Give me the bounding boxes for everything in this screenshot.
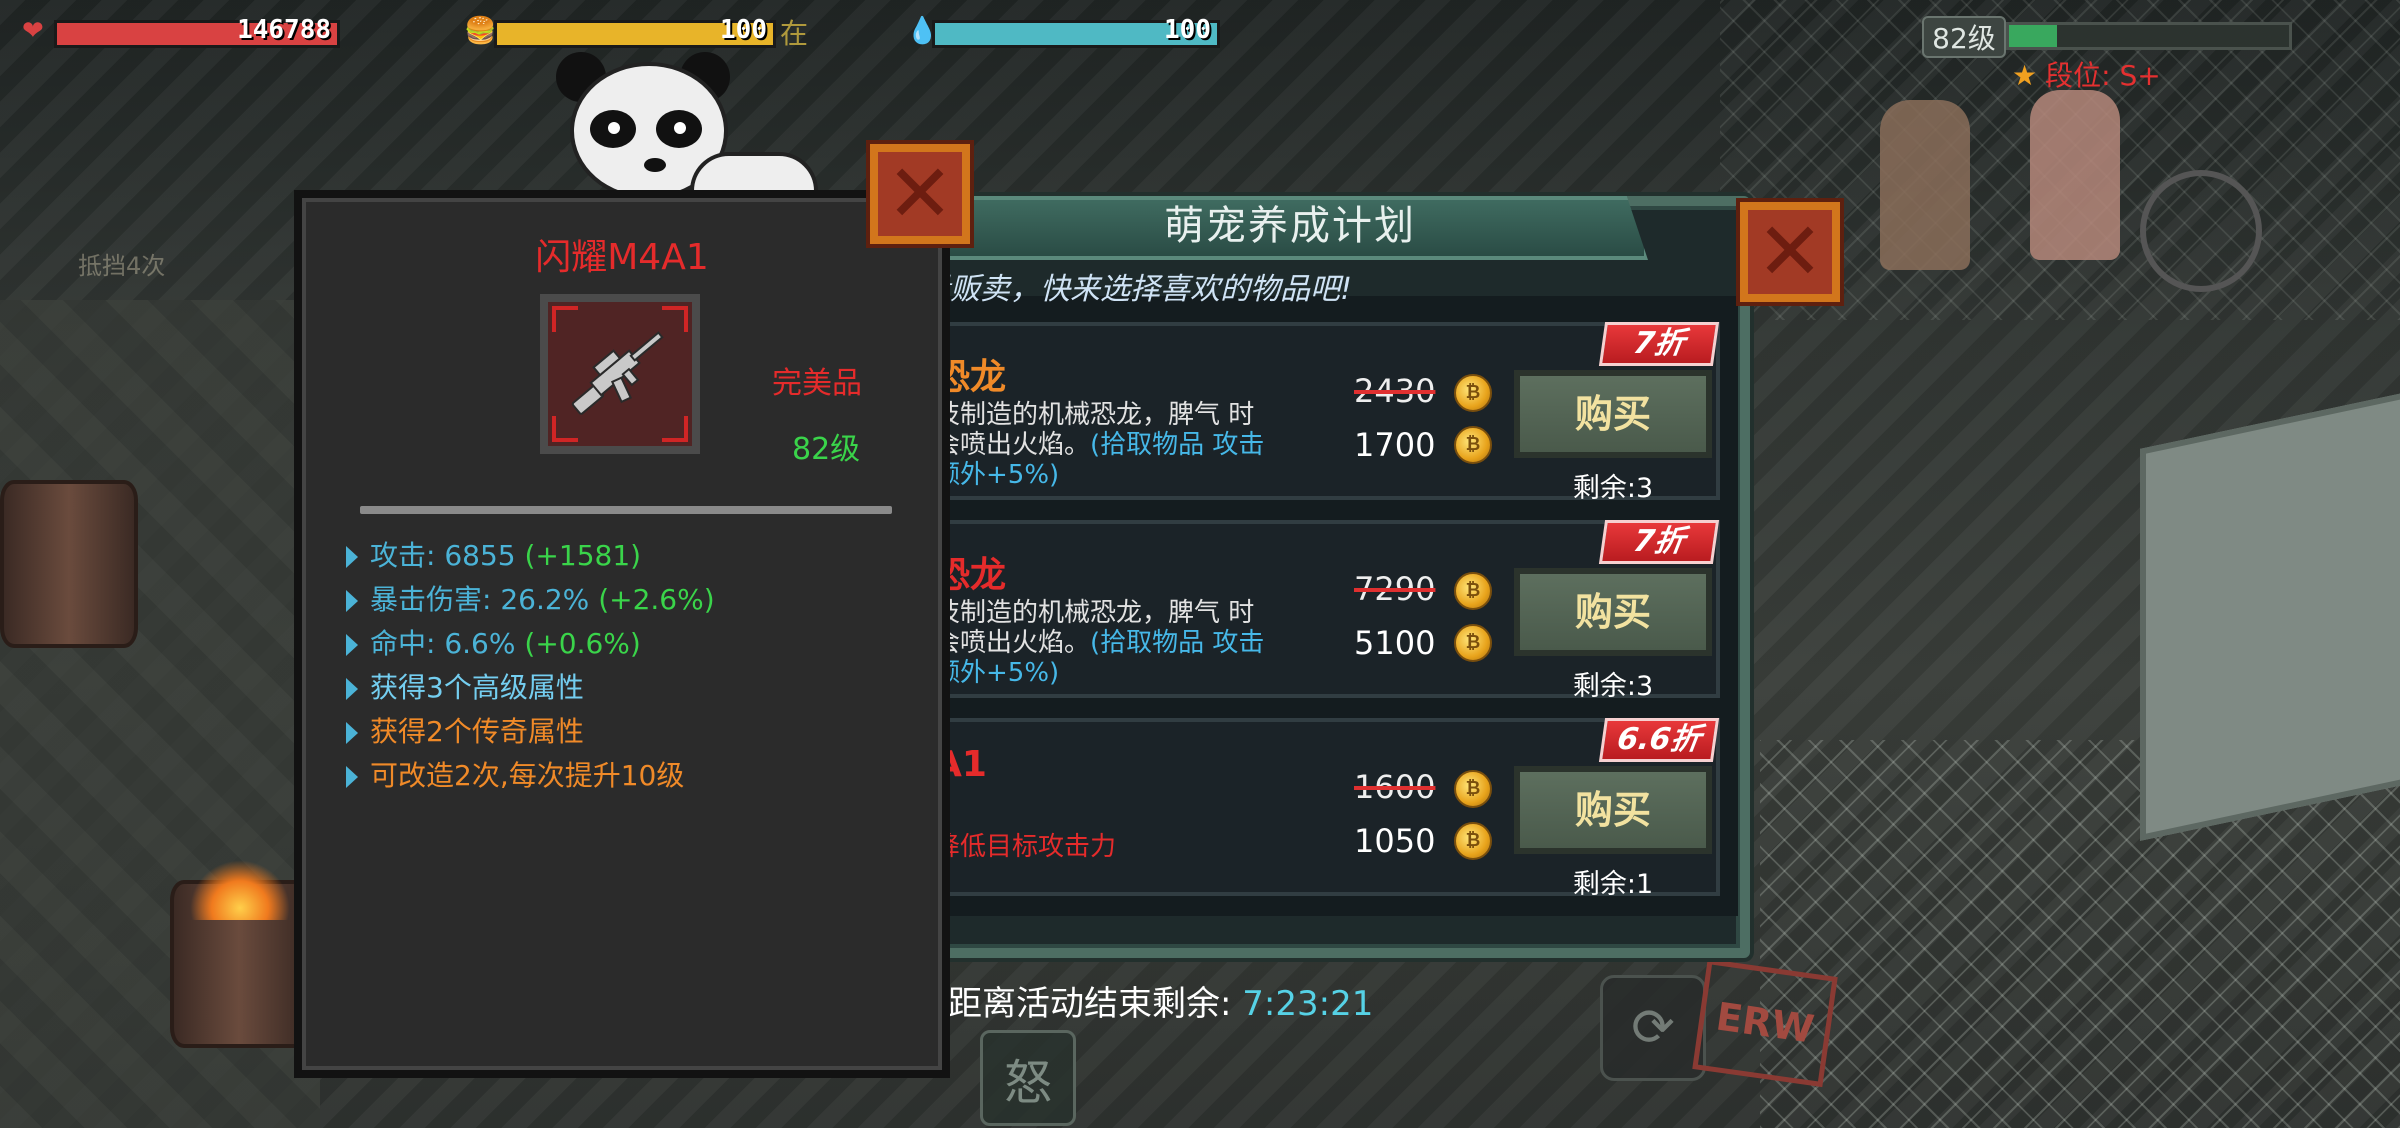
item-level: 82级 <box>792 432 861 467</box>
discount-badge: 7折 <box>1598 520 1720 564</box>
buy-button[interactable]: 购买 <box>1514 766 1712 854</box>
shop-item: A1 降低目标攻击力 1600 ₿ 1050 ₿ 购买 剩余:1 6.6折 <box>910 718 1720 900</box>
detail-divider <box>360 506 892 514</box>
food-value: 100 <box>720 15 767 45</box>
shop-subtitle: 量贩卖，快来选择喜欢的物品吧! <box>920 272 1353 307</box>
bullet-arrow-icon <box>346 766 358 788</box>
bullet-arrow-icon <box>346 678 358 700</box>
stat-hit-rate: 命中: 6.6% (+0.6%) <box>346 622 641 662</box>
food-bar: 100 <box>494 15 776 48</box>
bullet-arrow-icon <box>346 546 358 568</box>
wheelchair-wheel <box>2140 170 2262 292</box>
discount-badge: 6.6折 <box>1598 718 1720 762</box>
stat-attack: 攻击: 6855 (+1581) <box>346 534 641 574</box>
panda-pet <box>556 52 818 230</box>
shop-item-desc-effect: 降低目标攻击力 <box>934 832 1117 862</box>
event-timer: 距离活动结束剩余: 7:23:21 <box>948 976 1373 1025</box>
barrel <box>0 480 138 648</box>
discount-price: 1700 <box>1354 426 1436 464</box>
hp-bar: 146788 <box>54 15 340 48</box>
stat-advanced-attrs: 获得3个高级属性 <box>346 666 584 706</box>
gold-coin-icon: ₿ <box>1454 822 1492 860</box>
original-price: 2430 <box>1354 372 1436 410</box>
hp-value: 146788 <box>237 15 331 45</box>
shop-item: 恐龙 技制造的机械恐龙，脾气 时会喷出火焰。(拾取物品 攻击额外+5%) 243… <box>910 322 1720 504</box>
building-block <box>2140 391 2400 841</box>
water-bar: 100 <box>932 15 1220 48</box>
event-timer-label: 距离活动结束剩余: <box>948 984 1243 1024</box>
original-price: 1600 <box>1354 768 1436 806</box>
shop-item-description: 技制造的机械恐龙，脾气 时会喷出火焰。(拾取物品 攻击额外+5%) <box>934 400 1274 490</box>
stat-crit-damage: 暴击伤害: 26.2% (+2.6%) <box>346 578 715 618</box>
gold-coin-icon: ₿ <box>1454 426 1492 464</box>
panda-eye <box>590 110 636 148</box>
shop-title: 萌宠养成计划 <box>1164 203 1416 249</box>
shop-close-button[interactable]: ✕ <box>1740 202 1840 302</box>
item-quality: 完美品 <box>772 366 862 401</box>
barrel-fire <box>190 860 290 920</box>
close-icon: ✕ <box>1756 205 1824 298</box>
shop-item: 恐龙 技制造的机械恐龙，脾气 时会喷出火焰。(拾取物品 攻击额外+5%) 729… <box>910 520 1720 702</box>
discount-price: 1050 <box>1354 822 1436 860</box>
rank-text: 段位: S+ <box>2045 59 2161 92</box>
close-icon: ✕ <box>886 147 954 240</box>
xp-bar <box>2006 22 2292 50</box>
shop-item-description: 降低目标攻击力 <box>934 832 1274 862</box>
rank-label: ★ 段位: S+ <box>2012 54 2161 94</box>
bullet-arrow-icon <box>346 590 358 612</box>
gold-coin-icon: ₿ <box>1454 572 1492 610</box>
buy-button[interactable]: 购买 <box>1514 568 1712 656</box>
block-hint-text: 抵挡4次 <box>78 252 166 280</box>
remaining-stock: 剩余:3 <box>1572 473 1654 504</box>
rage-skill-button[interactable]: 怒 <box>980 1030 1076 1126</box>
shop-sign: ERW <box>1692 958 1838 1088</box>
item-detail-panel: 闪耀M4A1 完美品 82级 攻击: 6855 (+1581) 暴击伤害: 26… <box>294 190 950 1078</box>
gold-coin-icon: ₿ <box>1454 770 1492 808</box>
star-icon: ★ <box>2012 59 2038 92</box>
remaining-stock: 剩余:3 <box>1572 671 1654 702</box>
buy-button[interactable]: 购买 <box>1514 370 1712 458</box>
stat-modify: 可改造2次,每次提升10级 <box>346 754 684 794</box>
pet-shop-window: 萌宠养成计划 量贩卖，快来选择喜欢的物品吧! 恐龙 技制造的机械恐龙，脾气 时会… <box>880 196 1752 958</box>
detail-close-button[interactable]: ✕ <box>870 144 970 244</box>
event-timer-value: 7:23:21 <box>1242 984 1374 1024</box>
npc-wheelchair-girl <box>2030 90 2120 260</box>
bullet-arrow-icon <box>346 722 358 744</box>
discount-price: 5100 <box>1354 624 1436 662</box>
burger-icon: 🍔 <box>464 16 497 46</box>
shop-item-description: 技制造的机械恐龙，脾气 时会喷出火焰。(拾取物品 攻击额外+5%) <box>934 598 1274 688</box>
remaining-stock: 剩余:1 <box>1572 869 1654 900</box>
xp-bar-fill <box>2009 25 2057 47</box>
panda-nose <box>644 158 666 172</box>
food-ghost-text: 在 <box>780 17 809 50</box>
stat-legendary-attrs: 获得2个传奇属性 <box>346 710 584 750</box>
gold-coin-icon: ₿ <box>1454 374 1492 412</box>
bullet-arrow-icon <box>346 634 358 656</box>
water-value: 100 <box>1164 15 1211 45</box>
npc-survivor <box>1880 100 1970 270</box>
gold-coin-icon: ₿ <box>1454 624 1492 662</box>
assault-rifle-icon <box>571 331 664 415</box>
original-price: 7290 <box>1354 570 1436 608</box>
discount-badge: 7折 <box>1598 322 1720 366</box>
weapon-icon-frame <box>540 294 700 454</box>
player-level-badge: 82级 <box>1922 16 2006 58</box>
item-detail-title: 闪耀M4A1 <box>535 237 709 278</box>
panda-eye <box>656 110 702 148</box>
skill-swap-icon[interactable]: ⟳ <box>1600 975 1706 1081</box>
heart-icon: ❤ <box>22 16 44 46</box>
